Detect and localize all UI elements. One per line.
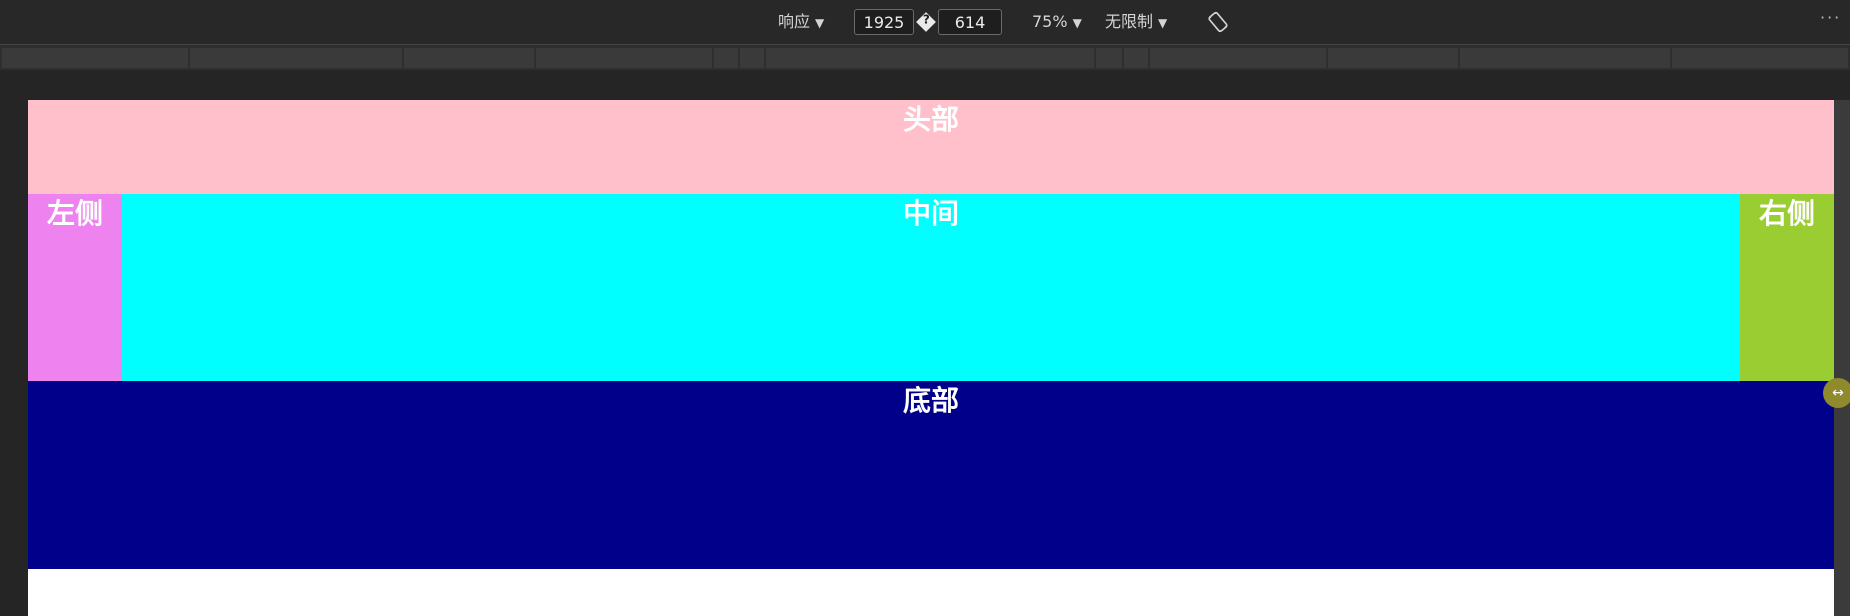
media-query-segment[interactable] <box>1096 48 1122 68</box>
throttle-label: 无限制 <box>1105 12 1154 31</box>
center-label: 中间 <box>902 197 959 230</box>
media-query-segment[interactable] <box>714 48 738 68</box>
footer-region: 底部 <box>28 381 1834 569</box>
right-sidebar-region: 右侧 <box>1740 194 1834 381</box>
media-query-segment[interactable] <box>190 48 402 68</box>
left-label: 左侧 <box>46 197 103 230</box>
width-input[interactable]: 1925 <box>854 9 914 35</box>
viewport-resize-bar[interactable] <box>1834 100 1850 616</box>
device-toolbar: 响应 ▼ 1925 ? 614 75% ▼ 无限制 ▼ ··· <box>0 0 1850 44</box>
resize-handle-icon[interactable]: ↔ <box>1823 378 1850 408</box>
media-query-segment[interactable] <box>536 48 712 68</box>
footer-label: 底部 <box>902 384 959 417</box>
media-query-segment[interactable] <box>1460 48 1670 68</box>
header-label: 头部 <box>902 103 959 136</box>
rotate-icon[interactable] <box>1207 11 1229 33</box>
media-query-segment[interactable] <box>766 48 1094 68</box>
device-mode-label: 响应 <box>778 12 811 31</box>
throttle-dropdown[interactable]: 无限制 ▼ <box>1105 11 1167 33</box>
chevron-down-icon: ▼ <box>1158 16 1168 30</box>
media-query-segment[interactable] <box>1672 48 1848 68</box>
zoom-dropdown[interactable]: 75% ▼ <box>1032 11 1082 33</box>
center-region: 中间 <box>122 194 1740 381</box>
media-query-segment[interactable] <box>1150 48 1326 68</box>
height-input[interactable]: 614 <box>938 9 1002 35</box>
page-viewport: 头部 左侧 中间 右侧 底部 <box>28 100 1834 616</box>
media-query-segment[interactable] <box>404 48 534 68</box>
media-query-segment[interactable] <box>1124 48 1148 68</box>
left-sidebar-region: 左侧 <box>28 194 122 381</box>
device-mode-dropdown[interactable]: 响应 ▼ <box>778 11 824 33</box>
media-query-segment[interactable] <box>2 48 188 68</box>
chevron-down-icon: ▼ <box>1072 16 1082 30</box>
media-query-bar <box>0 44 1850 70</box>
more-options-icon[interactable]: ··· <box>1820 8 1841 27</box>
right-label: 右侧 <box>1758 197 1815 230</box>
chevron-down-icon: ▼ <box>815 16 825 30</box>
zoom-label: 75% <box>1032 12 1068 31</box>
media-query-segment[interactable] <box>740 48 764 68</box>
swap-dimensions-icon[interactable]: ? <box>916 12 936 32</box>
media-query-segment[interactable] <box>1328 48 1458 68</box>
header-region: 头部 <box>28 100 1834 194</box>
